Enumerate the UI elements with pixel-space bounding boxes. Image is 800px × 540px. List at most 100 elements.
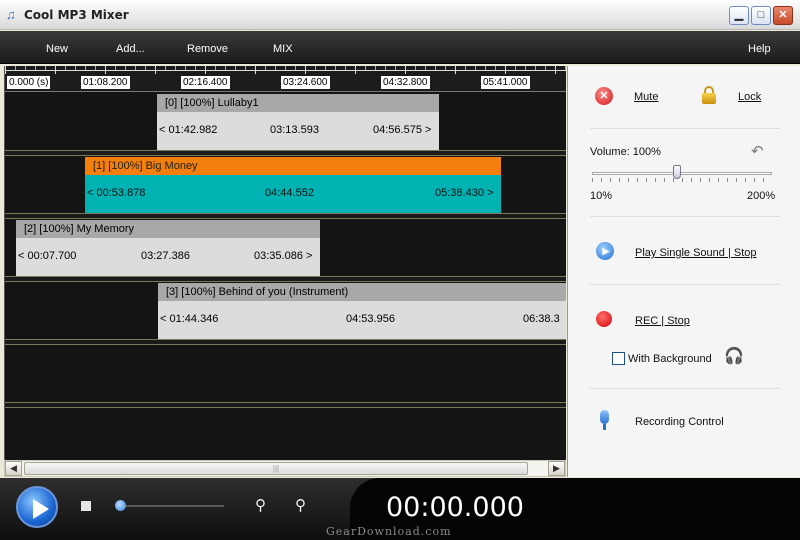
volume-slider-thumb[interactable] [673, 165, 682, 179]
scroll-thumb[interactable]: ||| [24, 462, 528, 475]
maximize-icon: □ [757, 9, 765, 21]
ruler-minor-tick [285, 66, 286, 70]
ruler-minor-tick [115, 66, 116, 70]
menu-remove[interactable]: Remove [187, 43, 228, 55]
track-area[interactable]: 0.000 (s) 01:08.200 02:16.400 03:24.600 … [4, 66, 566, 460]
window-title: Cool MP3 Mixer [24, 8, 129, 22]
mute-button[interactable]: Mute [634, 91, 658, 103]
ruler-minor-tick [545, 66, 546, 70]
ruler-minor-tick [15, 66, 16, 70]
mute-icon[interactable]: ✕ [595, 87, 613, 105]
menu-new[interactable]: New [46, 43, 68, 55]
minimize-icon: ▁ [734, 9, 744, 21]
ruler-minor-tick [335, 66, 336, 70]
ruler-minor-tick [195, 66, 196, 70]
ruler-minor-tick [25, 66, 26, 70]
ruler-minor-tick [475, 66, 476, 70]
grip-icon: ||| [272, 464, 280, 473]
clip-duration: 03:13.593 [270, 124, 319, 136]
ruler-minor-tick [445, 66, 446, 70]
ruler-tick [305, 66, 306, 74]
clip-end-time: 04:56.575 > [373, 124, 432, 136]
ruler-tick [405, 66, 406, 74]
track-clip-0[interactable]: [0] [100%] Lullaby1 < 01:42.982 03:13.59… [157, 94, 439, 150]
ruler-minor-tick [245, 66, 246, 70]
track-clip-1[interactable]: [1] [100%] Big Money < 00:53.878 04:44.5… [85, 157, 501, 213]
chevron-left-icon: ◀ [10, 463, 17, 473]
lock-button[interactable]: Lock [738, 91, 761, 103]
ruler-minor-tick [325, 66, 326, 70]
play-icon [33, 499, 49, 519]
clip-duration: 03:27.386 [141, 250, 190, 262]
ruler-minor-tick [75, 66, 76, 70]
ruler-minor-tick [125, 66, 126, 70]
record-icon[interactable] [596, 311, 612, 327]
play-button[interactable] [16, 486, 58, 528]
ruler-tick [155, 66, 156, 74]
scroll-left-button[interactable]: ◀ [5, 461, 22, 476]
ruler-minor-tick [415, 66, 416, 70]
play-single-button[interactable]: Play Single Sound | Stop [635, 247, 757, 259]
stop-button[interactable] [81, 501, 91, 511]
track-clip-3[interactable]: [3] [100%] Behind of you (Instrument) < … [158, 283, 566, 339]
horizontal-scrollbar[interactable]: ◀ ||| ▶ [4, 460, 566, 477]
ruler-minor-tick [365, 66, 366, 70]
ruler-minor-tick [435, 66, 436, 70]
panel-divider [590, 284, 780, 285]
ruler-minor-tick [235, 66, 236, 70]
lock-icon[interactable] [702, 86, 716, 104]
scroll-right-button[interactable]: ▶ [548, 461, 565, 476]
clip-body: < 00:53.878 04:44.552 05:38.430 > [85, 175, 501, 213]
ruler-minor-tick [525, 66, 526, 70]
minimize-button[interactable]: ▁ [729, 6, 749, 25]
recording-control-button[interactable]: Recording Control [635, 416, 724, 428]
clip-header: [1] [100%] Big Money [85, 157, 501, 175]
clip-start-time: < 01:42.982 [159, 124, 218, 136]
ruler-minor-tick [295, 66, 296, 70]
close-button[interactable]: ✕ [773, 6, 793, 25]
position-slider-track[interactable] [118, 505, 224, 507]
lane-separator [5, 276, 566, 282]
ruler-minor-tick [175, 66, 176, 70]
menu-mix[interactable]: MIX [273, 43, 293, 55]
clip-end-time: 05:38.430 > [435, 187, 494, 199]
ruler-tick [205, 66, 206, 74]
with-background-label: With Background [628, 353, 712, 365]
clip-body: < 00:07.700 03:27.386 03:35.086 > [16, 238, 320, 276]
ruler-label: 04:32.800 [381, 76, 430, 89]
menu-bar: New Add... Remove MIX Help [0, 31, 800, 64]
close-icon: ✕ [778, 9, 788, 21]
ruler-tick [355, 66, 356, 74]
ruler-tick [455, 66, 456, 74]
track-clip-2[interactable]: [2] [100%] My Memory < 00:07.700 03:27.3… [16, 220, 320, 276]
rec-stop-button[interactable]: REC | Stop [635, 315, 690, 327]
ruler-minor-tick [165, 66, 166, 70]
zoom-in-icon[interactable]: ⚲ [295, 496, 306, 514]
ruler-minor-tick [395, 66, 396, 70]
ruler-minor-tick [215, 66, 216, 70]
microphone-icon[interactable] [600, 410, 609, 424]
ruler-minor-tick [565, 66, 566, 70]
menu-add[interactable]: Add... [116, 43, 145, 55]
reset-volume-icon[interactable]: ↶ [751, 142, 764, 160]
panel-divider [590, 128, 780, 129]
position-slider-knob[interactable] [115, 500, 126, 511]
ruler-tick [555, 66, 556, 74]
maximize-button[interactable]: □ [751, 6, 771, 25]
title-bar: ♫ Cool MP3 Mixer ▁ □ ✕ [0, 0, 800, 30]
ruler-label: 01:08.200 [81, 76, 130, 89]
ruler-minor-tick [35, 66, 36, 70]
volume-label: Volume: 100% [590, 146, 661, 158]
volume-slider-track[interactable] [592, 172, 772, 175]
timeline-ruler[interactable]: 0.000 (s) 01:08.200 02:16.400 03:24.600 … [5, 66, 566, 92]
lane-separator [5, 402, 566, 408]
menu-help[interactable]: Help [748, 43, 771, 55]
play-single-icon[interactable]: ▶ [596, 242, 614, 260]
clip-start-time: < 01:44.346 [160, 313, 219, 325]
zoom-out-icon[interactable]: ⚲ [255, 496, 266, 514]
time-display: 00:00.000 [386, 492, 524, 523]
ruler-minor-tick [465, 66, 466, 70]
with-background-checkbox[interactable] [612, 352, 625, 365]
clip-body: < 01:44.346 04:53.956 06:38.3 [158, 301, 566, 339]
volume-slider-ticks [592, 178, 772, 182]
